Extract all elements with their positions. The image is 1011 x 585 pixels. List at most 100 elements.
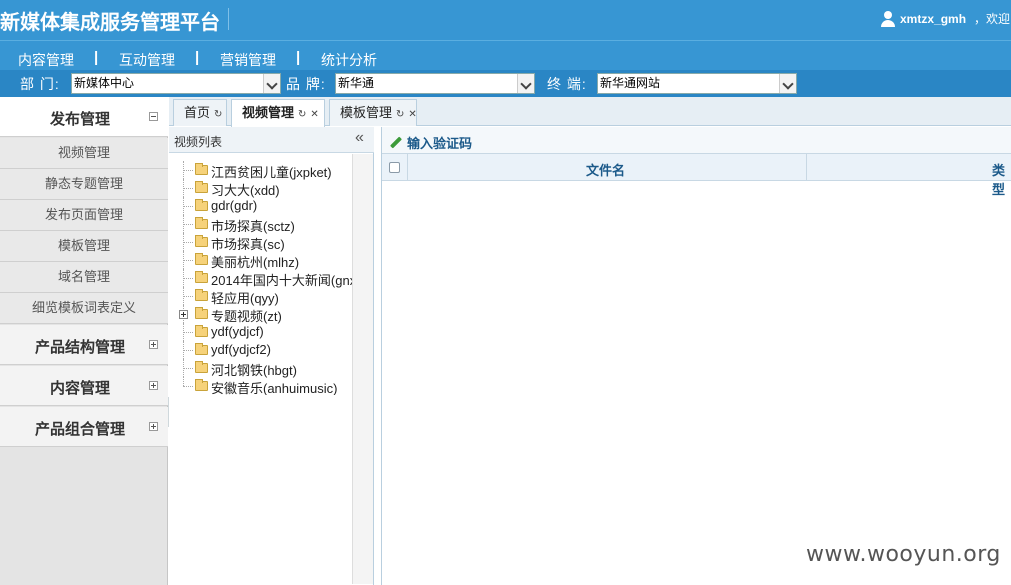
welcome-text: ，欢迎: [974, 12, 1011, 26]
terminal-label: 终 端:: [547, 76, 587, 92]
column-header-filename[interactable]: 文件名: [586, 160, 625, 179]
select-all-checkbox[interactable]: [389, 162, 400, 173]
tree-node-label[interactable]: gdr(gdr): [211, 198, 257, 213]
sidebar-item-video[interactable]: 视频管理: [0, 138, 168, 169]
refresh-icon[interactable]: ↻: [396, 109, 404, 120]
expand-icon[interactable]: [149, 422, 158, 431]
folder-icon: [195, 271, 208, 283]
nav-separator: |: [195, 49, 200, 66]
tree-node[interactable]: 市场探真(sctz): [169, 215, 352, 234]
tree-title: 视频列表: [174, 135, 223, 149]
tree-connector: [183, 296, 193, 297]
column-divider: [407, 154, 408, 181]
nav-item-interaction[interactable]: 互动管理: [119, 50, 175, 70]
tree-connector: [183, 206, 193, 207]
terminal-select[interactable]: 新华通网站: [597, 73, 797, 94]
close-icon[interactable]: ✕: [310, 109, 318, 120]
sidebar-group-content[interactable]: 内容管理: [0, 366, 168, 406]
app-title: 新媒体集成服务管理平台: [0, 12, 220, 34]
filter-bar: 部 门: 新媒体中心 品 牌: 新华通 终 端: 新华通网站: [0, 70, 1011, 97]
folder-icon: [195, 307, 208, 319]
tree-connector: [183, 260, 193, 261]
nav-separator: |: [94, 49, 99, 66]
brand-label: 品 牌:: [286, 76, 326, 92]
tree-node[interactable]: 专题视频(zt): [169, 305, 352, 324]
sidebar-item-detail-template[interactable]: 细览模板词表定义: [0, 293, 168, 324]
tree-node[interactable]: ydf(ydjcf2): [169, 341, 352, 359]
sidebar-group-label: 产品结构管理: [34, 339, 125, 356]
tree-node[interactable]: 河北钢铁(hbgt): [169, 359, 352, 378]
tree-list: 江西贫困儿童(jxpket) 习大大(xdd) gdr(gdr) 市场探真(sctz)…: [169, 161, 352, 395]
chevron-down-icon[interactable]: [263, 74, 280, 93]
tree-node[interactable]: ydf(ydjcf): [169, 323, 352, 341]
nav-item-content[interactable]: 内容管理: [18, 50, 74, 70]
tree-node[interactable]: 安徽音乐(anhuimusic): [169, 377, 352, 395]
collapse-icon[interactable]: [149, 112, 158, 121]
department-label: 部 门:: [20, 76, 60, 92]
sidebar-item-static-topic[interactable]: 静态专题管理: [0, 169, 168, 200]
user-icon: [880, 10, 896, 27]
content-toolbar: 输入验证码: [382, 127, 1011, 154]
tab-label: 首页: [184, 105, 211, 120]
nav-item-marketing[interactable]: 营销管理: [220, 50, 276, 70]
tree-connector: [183, 377, 184, 386]
column-divider: [806, 154, 807, 181]
brand-select[interactable]: 新华通: [335, 73, 535, 94]
enter-captcha-button[interactable]: 输入验证码: [390, 133, 472, 152]
sidebar-group-label: 发布管理: [49, 111, 110, 128]
folder-icon: [195, 289, 208, 301]
tree-node[interactable]: 美丽杭州(mlhz): [169, 251, 352, 270]
sidebar-group-label: 产品组合管理: [34, 421, 125, 438]
expand-icon[interactable]: [149, 381, 158, 390]
folder-icon: [195, 235, 208, 247]
enter-captcha-label: 输入验证码: [407, 136, 473, 151]
tree-connector: [183, 242, 193, 243]
refresh-icon[interactable]: ↻: [298, 109, 306, 120]
department-value: 新媒体中心: [74, 76, 135, 90]
chevron-down-icon[interactable]: [517, 74, 534, 93]
folder-icon: [195, 343, 208, 355]
tree-node-label[interactable]: ydf(ydjcf): [211, 324, 264, 339]
watermark: www.wooyun.org: [806, 542, 1001, 567]
sidebar-group-product-structure[interactable]: 产品结构管理: [0, 325, 168, 365]
tab-label: 视频管理: [242, 105, 295, 120]
tab-video-management[interactable]: 视频管理 ↻ ✕: [231, 99, 325, 127]
tree-node[interactable]: 江西贫困儿童(jxpket): [169, 161, 352, 180]
collapse-panel-icon[interactable]: «: [355, 129, 364, 147]
tree-node[interactable]: 市场探真(sc): [169, 233, 352, 252]
tab-template-management[interactable]: 模板管理 ↻ ✕: [329, 99, 417, 126]
sidebar-item-domain[interactable]: 域名管理: [0, 262, 168, 293]
tab-label: 模板管理: [340, 105, 393, 120]
tree-node[interactable]: 习大大(xdd): [169, 179, 352, 198]
tree-connector: [183, 188, 193, 189]
tab-home[interactable]: 首页 ↻: [173, 99, 227, 126]
sidebar-group-product-combo[interactable]: 产品组合管理: [0, 407, 168, 447]
column-header-type[interactable]: 类型: [992, 160, 1011, 198]
expand-icon[interactable]: [149, 340, 158, 349]
tree-node[interactable]: 2014年国内十大新闻(gnx: [169, 269, 352, 288]
folder-icon: [195, 199, 208, 211]
sidebar-item-template[interactable]: 模板管理: [0, 231, 168, 262]
sidebar: 发布管理 视频管理 静态专题管理 发布页面管理 模板管理 域名管理 细览模板词表…: [0, 97, 168, 585]
username[interactable]: xmtzx_gmh: [900, 12, 966, 26]
department-select[interactable]: 新媒体中心: [71, 73, 281, 94]
sidebar-group-publish[interactable]: 发布管理: [0, 97, 168, 137]
tree-node-label[interactable]: ydf(ydjcf2): [211, 342, 271, 357]
sidebar-item-publish-page[interactable]: 发布页面管理: [0, 200, 168, 231]
expand-icon[interactable]: [179, 310, 188, 319]
nav-item-statistics[interactable]: 统计分析: [321, 50, 377, 70]
tree-node[interactable]: 轻应用(qyy): [169, 287, 352, 306]
close-icon[interactable]: ✕: [408, 109, 416, 120]
tree-scrollbar[interactable]: [352, 154, 373, 584]
grid-header: 文件名 类型: [382, 154, 1011, 197]
tree-node-label[interactable]: 安徽音乐(anhuimusic): [211, 378, 337, 395]
main-nav: 内容管理 | 互动管理 | 营销管理 | 统计分析: [0, 40, 1011, 70]
tree-connector: [183, 386, 193, 387]
terminal-value: 新华通网站: [600, 76, 661, 90]
refresh-icon[interactable]: ↻: [214, 109, 222, 120]
tree-node[interactable]: gdr(gdr): [169, 197, 352, 215]
user-info[interactable]: xmtzx_gmh ，欢迎: [880, 10, 1010, 27]
chevron-down-icon[interactable]: [779, 74, 796, 93]
folder-icon: [195, 163, 208, 175]
tree-connector: [183, 350, 193, 351]
